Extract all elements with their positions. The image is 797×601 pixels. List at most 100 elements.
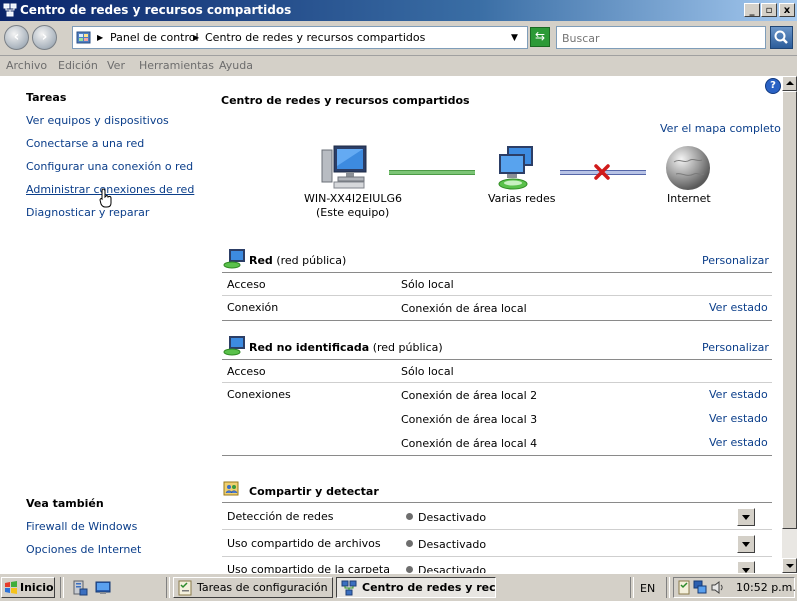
menu-file[interactable]: Archivo xyxy=(6,59,47,72)
task-pane: Tareas Ver equipos y dispositivos Conect… xyxy=(0,76,205,573)
start-button[interactable]: Inicio xyxy=(1,577,55,598)
taskbar-button-network-center[interactable]: Centro de redes y rec... xyxy=(336,577,496,598)
divider xyxy=(222,295,772,296)
close-button[interactable]: x xyxy=(779,3,795,17)
folder-sharing-value: Desactivado xyxy=(418,564,487,573)
menu-help[interactable]: Ayuda xyxy=(219,59,253,72)
status-dot-icon xyxy=(406,566,413,573)
scroll-thumb[interactable] xyxy=(782,91,797,529)
network-1-title: Red (red pública) xyxy=(249,254,346,267)
network-2-connections-label: Conexiones xyxy=(227,388,291,401)
back-button[interactable]: ‹ xyxy=(4,25,29,50)
hand-cursor-icon xyxy=(99,188,112,208)
taskbar-button-label: Centro de redes y rec... xyxy=(362,581,496,594)
network-1-customize-link[interactable]: Personalizar xyxy=(702,254,769,267)
network-2-type: (red pública) xyxy=(372,341,443,354)
divider xyxy=(222,359,772,360)
folder-sharing-label: Uso compartido de la carpeta xyxy=(227,563,390,573)
taskbar-button-initial-config[interactable]: Tareas de configuración i... xyxy=(173,577,333,598)
scroll-up-button[interactable] xyxy=(782,76,797,91)
refresh-button[interactable]: ⇆ xyxy=(530,27,550,47)
menu-tools[interactable]: Herramientas xyxy=(139,59,214,72)
network-2-access-value: Sólo local xyxy=(401,365,454,378)
network-2-title: Red no identificada (red pública) xyxy=(249,341,443,354)
server-manager-icon[interactable] xyxy=(72,580,88,596)
network-2-connection-2-value: Conexión de área local 2 xyxy=(401,389,538,402)
control-panel-icon xyxy=(76,31,91,44)
scroll-down-button[interactable] xyxy=(782,558,797,573)
network-discovery-value: Desactivado xyxy=(418,511,487,524)
tray-config-icon[interactable] xyxy=(677,580,691,595)
system-tray: 10:52 p.m. xyxy=(673,577,796,598)
internet-label: Internet xyxy=(667,192,711,205)
language-indicator[interactable]: EN xyxy=(640,582,655,595)
minimize-button[interactable]: _ xyxy=(744,3,760,17)
show-desktop-icon[interactable] xyxy=(95,580,111,596)
divider xyxy=(222,556,772,557)
tray-network-icon[interactable] xyxy=(693,580,708,595)
network-2-connection-3-view-status-link[interactable]: Ver estado xyxy=(709,412,768,425)
help-icon[interactable]: ? xyxy=(765,78,781,94)
task-diagnose-repair[interactable]: Diagnosticar y reparar xyxy=(26,206,149,219)
link-windows-firewall[interactable]: Firewall de Windows xyxy=(26,520,137,533)
sharing-icon xyxy=(223,481,239,496)
breadcrumb-network-center[interactable]: Centro de redes y recursos compartidos xyxy=(205,31,425,44)
network-center-icon xyxy=(3,3,17,17)
search-icon xyxy=(774,30,788,44)
divider xyxy=(222,502,772,503)
divider xyxy=(222,529,772,530)
vertical-scrollbar[interactable] xyxy=(782,76,797,573)
file-sharing-status: Desactivado xyxy=(406,538,486,551)
volume-icon[interactable] xyxy=(710,580,725,595)
breadcrumb-separator-icon: ▶ xyxy=(193,33,200,42)
folder-sharing-status: Desactivado xyxy=(406,564,486,573)
network-2-name: Red no identificada xyxy=(249,341,370,354)
network-discovery-expand-button[interactable] xyxy=(737,508,755,526)
breadcrumb-control-panel[interactable]: Panel de control xyxy=(110,31,199,44)
search-box[interactable] xyxy=(556,26,766,49)
link-internet-options[interactable]: Opciones de Internet xyxy=(26,543,141,556)
divider xyxy=(222,382,772,383)
folder-sharing-expand-button[interactable] xyxy=(737,561,755,573)
file-sharing-value: Desactivado xyxy=(418,538,487,551)
task-connect-network[interactable]: Conectarse a una red xyxy=(26,137,144,150)
maximize-button[interactable]: ▫ xyxy=(761,3,777,17)
clock[interactable]: 10:52 p.m. xyxy=(736,581,796,594)
title-bar: Centro de redes y recursos compartidos _… xyxy=(0,0,797,21)
search-input[interactable] xyxy=(560,28,764,49)
network-2-connection-2-view-status-link[interactable]: Ver estado xyxy=(709,388,768,401)
menu-edit[interactable]: Edición xyxy=(58,59,98,72)
file-sharing-expand-button[interactable] xyxy=(737,535,755,553)
networks-label: Varias redes xyxy=(488,192,556,205)
computer-icon xyxy=(321,145,367,189)
file-sharing-label: Uso compartido de archivos xyxy=(227,537,381,550)
network-1-access-label: Acceso xyxy=(227,278,266,291)
search-button[interactable] xyxy=(770,26,793,49)
address-dropdown-icon[interactable]: ▼ xyxy=(511,33,518,43)
windows-logo-icon xyxy=(5,581,17,594)
multiple-networks-icon xyxy=(498,146,533,190)
forward-button[interactable]: › xyxy=(32,25,57,50)
network-discovery-label: Detección de redes xyxy=(227,510,334,523)
status-dot-icon xyxy=(406,540,413,547)
network-2-connection-4-view-status-link[interactable]: Ver estado xyxy=(709,436,768,449)
taskbar-button-label: Tareas de configuración i... xyxy=(197,581,333,594)
network-1-connection-value: Conexión de área local xyxy=(401,302,527,315)
task-view-devices[interactable]: Ver equipos y dispositivos xyxy=(26,114,169,127)
view-full-map-link[interactable]: Ver el mapa completo xyxy=(660,122,781,135)
config-tasks-icon xyxy=(178,580,192,596)
task-setup-connection[interactable]: Configurar una conexión o red xyxy=(26,160,193,173)
menu-bar: Archivo Edición Ver Herramientas Ayuda xyxy=(0,56,797,76)
taskbar-divider xyxy=(666,577,670,598)
network-2-connection-4-value: Conexión de área local 4 xyxy=(401,437,538,450)
network-1-name: Red xyxy=(249,254,273,267)
content-area: Tareas Ver equipos y dispositivos Conect… xyxy=(0,76,782,573)
breadcrumb[interactable]: ▶ Panel de control ▶ Centro de redes y r… xyxy=(72,26,528,49)
address-bar: ‹ › ▶ Panel de control ▶ Centro de redes… xyxy=(0,21,797,56)
network-1-type: (red pública) xyxy=(276,254,347,267)
menu-view[interactable]: Ver xyxy=(107,59,125,72)
taskbar-divider xyxy=(166,577,170,598)
network-1-view-status-link[interactable]: Ver estado xyxy=(709,301,768,314)
network-2-customize-link[interactable]: Personalizar xyxy=(702,341,769,354)
divider xyxy=(222,272,772,273)
